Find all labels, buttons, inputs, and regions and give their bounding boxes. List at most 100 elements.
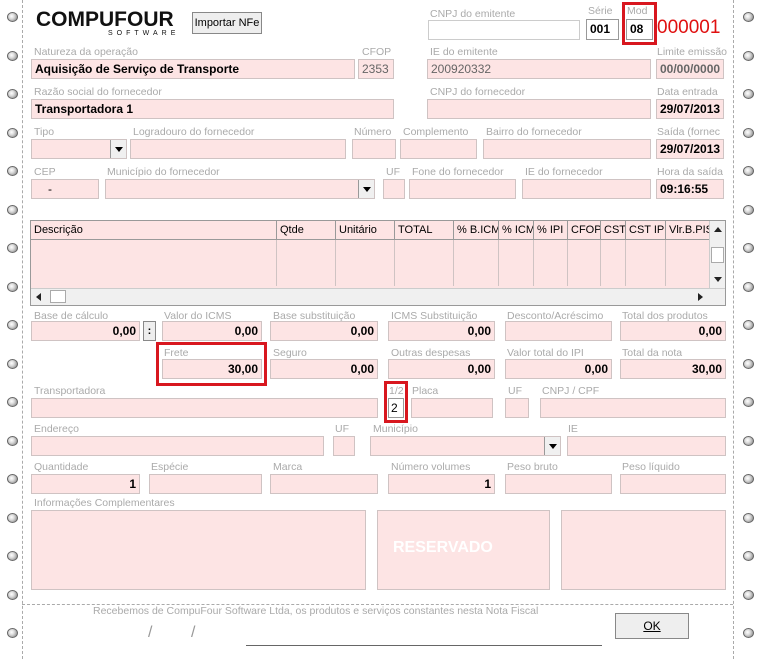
numero-field[interactable] [352, 139, 396, 159]
feed-hole [743, 359, 754, 369]
complemento-field[interactable] [400, 139, 477, 159]
importar-nfe-button[interactable]: Importar NFe [192, 12, 262, 34]
chevron-down-icon[interactable] [358, 180, 374, 198]
outras-despesas-field[interactable]: 0,00 [388, 359, 495, 379]
scroll-thumb-horizontal[interactable] [50, 290, 66, 303]
bairro-field[interactable] [483, 139, 651, 159]
reservado-box-2 [561, 510, 726, 590]
feed-hole [7, 436, 18, 446]
ok-button[interactable]: OK [615, 613, 689, 639]
feed-hole [7, 282, 18, 292]
scroll-up-icon[interactable] [714, 227, 722, 232]
col-qtde[interactable]: Qtde [277, 221, 336, 240]
cnpj-cpf-label: CNPJ / CPF [542, 385, 600, 397]
especie-field[interactable] [149, 474, 262, 494]
scroll-down-icon[interactable] [714, 277, 722, 282]
uf-endereco-field[interactable] [333, 436, 355, 456]
total-ipi-field[interactable]: 0,00 [505, 359, 612, 379]
hora-saida-field[interactable]: 09:16:55 [656, 179, 724, 199]
saida-field[interactable]: 29/07/2013 [656, 139, 724, 159]
limite-emissao-field[interactable]: 00/00/0000 [656, 59, 724, 79]
razao-social-field[interactable]: Transportadora 1 [31, 99, 394, 119]
feed-hole [743, 282, 754, 292]
cep-field[interactable]: - [31, 179, 99, 199]
feed-hole [7, 89, 18, 99]
col-descricao[interactable]: Descrição [31, 221, 277, 240]
col-ipi[interactable]: % IPI [534, 221, 568, 240]
municipio-transportadora-select[interactable] [370, 436, 561, 456]
marca-field[interactable] [270, 474, 378, 494]
scroll-thumb[interactable] [711, 247, 724, 263]
cfop-field[interactable]: 2353 [358, 59, 394, 79]
informacoes-complementares-field[interactable] [31, 510, 366, 590]
desconto-field[interactable] [505, 321, 612, 341]
feed-hole [743, 436, 754, 446]
placa-field[interactable] [411, 398, 493, 418]
seguro-field[interactable]: 0,00 [270, 359, 378, 379]
serie-field[interactable]: 001 [586, 19, 619, 40]
ie-transportadora-field[interactable] [567, 436, 726, 456]
feed-hole [743, 128, 754, 138]
tipo-select[interactable] [31, 139, 127, 159]
col-cfop[interactable]: CFOP [568, 221, 601, 240]
quantidade-label: Quantidade [34, 461, 89, 473]
total-produtos-field[interactable]: 0,00 [620, 321, 726, 341]
signature-line [246, 645, 602, 646]
cnpj-cpf-field[interactable] [540, 398, 726, 418]
outras-despesas-label: Outras despesas [391, 347, 471, 359]
base-substituicao-field[interactable]: 0,00 [270, 321, 378, 341]
ie-fornecedor-field[interactable] [522, 179, 651, 199]
col-icm[interactable]: % ICM [499, 221, 534, 240]
feed-hole [7, 320, 18, 330]
feed-hole [743, 205, 754, 215]
cnpj-emitente-field[interactable] [428, 20, 580, 40]
items-grid[interactable]: Descrição Qtde Unitário TOTAL % B.ICM % … [30, 220, 726, 306]
scroll-right-icon[interactable] [698, 293, 703, 301]
grid-horizontal-scrollbar[interactable] [31, 288, 725, 305]
natureza-field[interactable]: Aquisição de Serviço de Transporte [31, 59, 355, 79]
feed-hole [7, 628, 18, 638]
feed-hole [7, 12, 18, 22]
feed-hole [743, 474, 754, 484]
total-nota-label: Total da nota [622, 347, 683, 359]
bairro-label: Bairro do fornecedor [486, 126, 582, 138]
col-cst-ipi[interactable]: CST IPI [626, 221, 666, 240]
feed-hole [743, 166, 754, 176]
peso-bruto-field[interactable] [505, 474, 612, 494]
col-unitario[interactable]: Unitário [336, 221, 395, 240]
peso-liquido-field[interactable] [620, 474, 726, 494]
feed-hole [7, 243, 18, 253]
base-calculo-detail-button[interactable]: : [143, 321, 156, 341]
feed-hole [743, 51, 754, 61]
endereco-field[interactable] [31, 436, 324, 456]
frete-modalidade-highlight-box [384, 381, 408, 423]
base-calculo-field[interactable]: 0,00 [31, 321, 140, 341]
municipio-fornecedor-select[interactable] [105, 179, 375, 199]
col-vlr-b-pis[interactable]: Vlr.B.PIS [666, 221, 710, 240]
grid-vertical-scrollbar[interactable] [709, 221, 725, 288]
fone-field[interactable] [409, 179, 516, 199]
numero-volumes-field[interactable]: 1 [388, 474, 495, 494]
feed-hole [7, 359, 18, 369]
data-entrada-field[interactable]: 29/07/2013 [656, 99, 724, 119]
quantidade-field[interactable]: 1 [31, 474, 140, 494]
chevron-down-icon[interactable] [544, 437, 560, 455]
razao-social-label: Razão social do fornecedor [34, 86, 162, 98]
icms-substituicao-field[interactable]: 0,00 [388, 321, 495, 341]
scroll-left-icon[interactable] [36, 293, 41, 301]
transportadora-field[interactable] [31, 398, 378, 418]
cnpj-fornecedor-field[interactable] [427, 99, 651, 119]
col-cst[interactable]: CST [601, 221, 626, 240]
uf-placa-field[interactable] [505, 398, 529, 418]
col-b-icm[interactable]: % B.ICM [454, 221, 499, 240]
total-nota-field[interactable]: 30,00 [620, 359, 726, 379]
logradouro-field[interactable] [130, 139, 346, 159]
reservado-text: RESERVADO [393, 539, 493, 556]
col-total[interactable]: TOTAL [395, 221, 454, 240]
uf-fornecedor-field[interactable] [383, 179, 405, 199]
ie-fornecedor-label: IE do fornecedor [525, 166, 603, 178]
document-number: 000001 [657, 17, 721, 38]
ie-emitente-field[interactable]: 200920332 [427, 59, 651, 79]
valor-icms-field[interactable]: 0,00 [162, 321, 262, 341]
chevron-down-icon[interactable] [110, 140, 126, 158]
